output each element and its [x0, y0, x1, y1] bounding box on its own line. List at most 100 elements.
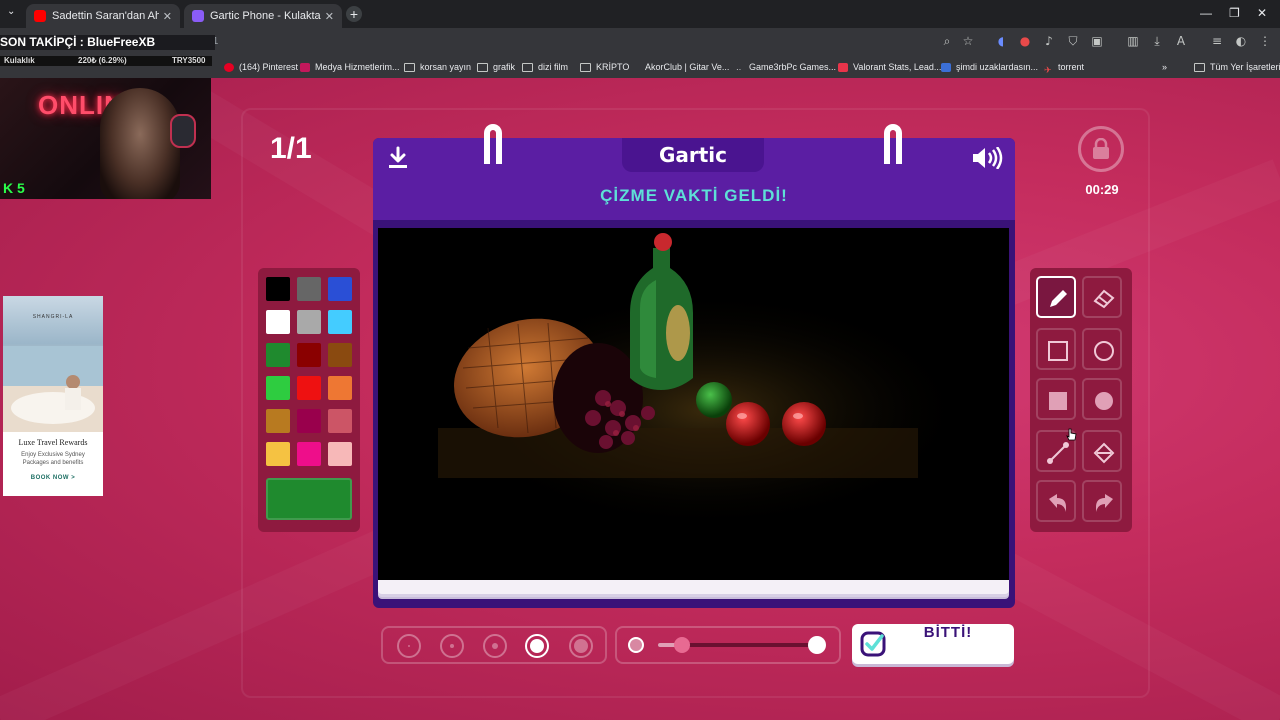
rectangle-outline-icon: [1048, 341, 1068, 361]
bookmark-valorant[interactable]: Valorant Stats, Lead...: [838, 60, 941, 74]
color-swatch[interactable]: [328, 409, 352, 433]
bookmarks-overflow-icon[interactable]: »: [1162, 60, 1167, 74]
advertisement[interactable]: SHANGRI-LA Luxe Travel Rewards Enjoy Exc…: [3, 296, 103, 496]
pencil-tool[interactable]: [1036, 276, 1076, 318]
ticker-mid: 220₺ (6.29%): [78, 56, 127, 65]
menu-icon[interactable]: ⋮: [1258, 34, 1272, 48]
done-label: BİTTİ!: [923, 624, 973, 641]
bookmark-simdi[interactable]: şimdi uzaklardasın...: [941, 60, 1038, 74]
opacity-max-icon: [808, 636, 826, 654]
maximize-icon[interactable]: ❐: [1229, 6, 1240, 20]
translate-icon[interactable]: A: [1174, 34, 1188, 48]
eraser-tool[interactable]: [1082, 276, 1122, 318]
bookmark-folder-dizi[interactable]: dizi film: [522, 60, 568, 74]
color-swatch[interactable]: [328, 277, 352, 301]
timer: 00:29: [1085, 182, 1119, 197]
color-swatch[interactable]: [328, 442, 352, 466]
color-swatch[interactable]: [297, 343, 321, 367]
ad-book-now-button[interactable]: BOOK NOW >: [3, 475, 103, 481]
opacity-track[interactable]: [658, 637, 818, 653]
folder-icon: [404, 62, 415, 72]
round-counter: 1/1: [270, 132, 312, 165]
ad-subtitle: Enjoy Exclusive Sydney Packages and bene…: [21, 452, 85, 466]
microphone-icon[interactable]: ♪: [1042, 34, 1056, 48]
shield-icon[interactable]: ⛉: [1066, 34, 1080, 48]
close-tab-icon[interactable]: ✕: [325, 10, 334, 23]
pencil-icon: [1050, 290, 1067, 307]
new-tab-button[interactable]: +: [346, 6, 362, 22]
brush-size-1[interactable]: [397, 634, 421, 658]
bookmark-medya[interactable]: Medya Hizmetlerim...: [300, 60, 400, 74]
color-swatch[interactable]: [266, 376, 290, 400]
ellipse-filled-tool[interactable]: [1082, 378, 1122, 420]
bookmark-folder-korsan[interactable]: korsan yayın: [404, 60, 471, 74]
bookmark-folder-all[interactable]: Tüm Yer İşaretleri: [1194, 60, 1280, 74]
account-icon[interactable]: ◐: [1234, 34, 1248, 48]
download-icon[interactable]: ⤓: [1150, 34, 1164, 48]
tab-gartic[interactable]: Gartic Phone - Kulaktan Kulağa ✕: [184, 4, 342, 28]
bookmark-favicon-icon: [838, 62, 848, 72]
address-bar[interactable]: om/tr/draw?1: [160, 32, 990, 52]
bookmark-folder-grafik[interactable]: grafik: [477, 60, 515, 74]
bookmark-pinterest[interactable]: (164) Pinterest: [224, 60, 298, 74]
color-swatch[interactable]: [297, 409, 321, 433]
extension-icon[interactable]: ●: [1018, 34, 1032, 48]
color-swatch[interactable]: [297, 376, 321, 400]
color-swatch[interactable]: [266, 409, 290, 433]
trash-icon[interactable]: ▥: [1126, 34, 1140, 48]
color-swatch[interactable]: [328, 310, 352, 334]
bookmark-folder-kripto[interactable]: KRİPTO: [580, 60, 629, 74]
color-swatch[interactable]: [297, 310, 321, 334]
browser-tab-bar: ⌄ Sadettin Saran'dan Ahmet Ercan ✕ Garti…: [0, 0, 1280, 28]
bookmark-favicon-icon: ··: [736, 64, 742, 74]
color-swatch[interactable]: [297, 442, 321, 466]
minimize-icon[interactable]: —: [1200, 6, 1212, 20]
undo-tool[interactable]: [1036, 480, 1076, 522]
bookmark-star-icon[interactable]: ☆: [961, 34, 975, 48]
close-window-icon[interactable]: ✕: [1257, 6, 1267, 20]
bookmark-favicon-icon: [634, 63, 640, 72]
prompt-title: ÇİZME VAKTİ GELDİ!: [600, 186, 788, 205]
fill-bucket-tool[interactable]: [1082, 430, 1122, 472]
extensions-puzzle-icon[interactable]: ▣: [1090, 34, 1104, 48]
opacity-slider[interactable]: [615, 626, 841, 664]
extension-icon[interactable]: ◖: [994, 34, 1008, 48]
brush-size-3[interactable]: [483, 634, 507, 658]
tab-youtube[interactable]: Sadettin Saran'dan Ahmet Ercan ✕: [26, 4, 180, 28]
lock-button[interactable]: [1078, 126, 1124, 172]
tab-title: Sadettin Saran'dan Ahmet Ercan: [52, 10, 159, 22]
color-swatch[interactable]: [328, 376, 352, 400]
color-swatch[interactable]: [266, 442, 290, 466]
color-swatch[interactable]: [328, 343, 352, 367]
done-button[interactable]: BİTTİ!: [852, 624, 1014, 664]
opacity-thumb[interactable]: [674, 637, 690, 653]
rectangle-filled-tool[interactable]: [1036, 378, 1076, 420]
streamer-avatar: [100, 88, 180, 199]
download-icon[interactable]: [387, 146, 409, 174]
redo-tool[interactable]: [1082, 480, 1122, 522]
drawing-canvas[interactable]: [378, 228, 1009, 580]
bookmark-game3rb[interactable]: ·· Game3rbPc Games...: [736, 60, 836, 74]
color-swatch[interactable]: [297, 277, 321, 301]
brush-size-5[interactable]: [569, 634, 593, 658]
folder-icon: [1194, 62, 1205, 72]
color-swatch[interactable]: [266, 310, 290, 334]
close-tab-icon[interactable]: ✕: [163, 10, 172, 23]
bookmark-favicon-icon: [300, 62, 310, 72]
media-icon[interactable]: ≡: [1210, 34, 1224, 48]
tab-search-icon[interactable]: ⌄: [7, 6, 15, 17]
bookmark-torrent[interactable]: ✈ torrent: [1044, 60, 1084, 75]
zoom-icon[interactable]: ⌕: [940, 34, 954, 48]
bookmark-akorclub[interactable]: AkorClub | Gitar Ve...: [634, 60, 729, 74]
brush-size-2[interactable]: [440, 634, 464, 658]
brush-size-4[interactable]: [525, 634, 549, 658]
rectangle-outline-tool[interactable]: [1036, 328, 1076, 370]
color-swatch[interactable]: [266, 343, 290, 367]
redo-icon: [1096, 494, 1113, 512]
fill-bucket-icon: [1093, 442, 1115, 464]
check-icon: [860, 631, 886, 657]
ad-brand: SHANGRI-LA: [32, 314, 74, 320]
ellipse-outline-tool[interactable]: [1082, 328, 1122, 370]
sound-icon[interactable]: [972, 146, 1004, 173]
color-swatch[interactable]: [266, 277, 290, 301]
